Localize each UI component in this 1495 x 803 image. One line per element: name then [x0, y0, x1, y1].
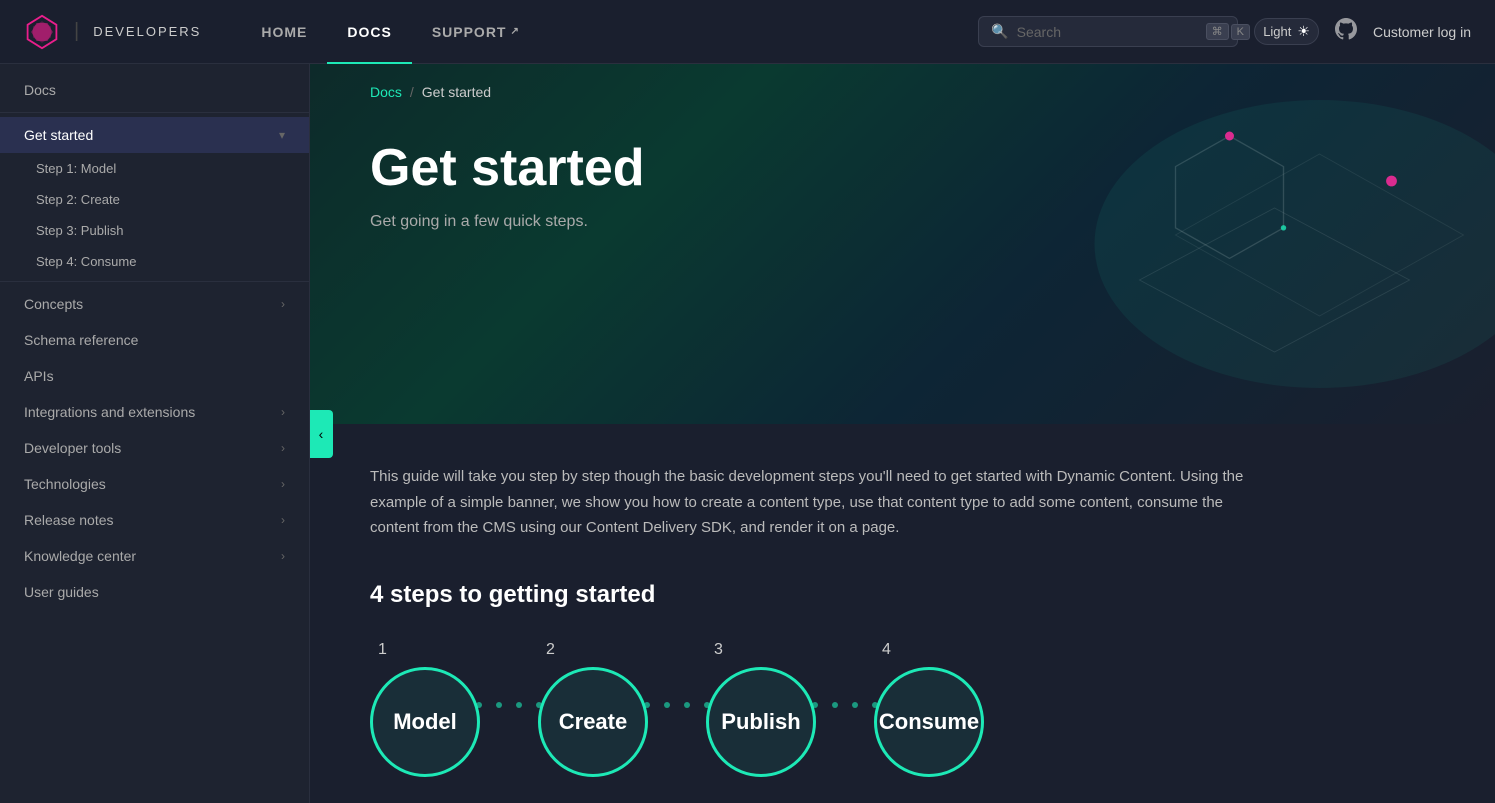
connector-dot — [832, 702, 838, 708]
breadcrumb-current: Get started — [422, 84, 491, 100]
chevron-down-icon: ▾ — [279, 128, 285, 142]
sidebar-item-schema-ref[interactable]: Schema reference — [0, 322, 309, 358]
step-consume[interactable]: 4 Consume — [874, 641, 984, 777]
sidebar-item-apis[interactable]: APIs — [0, 358, 309, 394]
search-input[interactable] — [1017, 24, 1198, 40]
step-create-circle: Create — [538, 667, 648, 777]
sidebar-item-concepts[interactable]: Concepts › — [0, 286, 309, 322]
search-icon: 🔍 — [991, 23, 1008, 40]
theme-toggle[interactable]: Light ☀ — [1254, 18, 1319, 45]
content-area: ‹ Docs / Get started — [310, 64, 1495, 803]
connector-dot — [812, 702, 818, 708]
chevron-right-icon-6: › — [281, 549, 285, 563]
connector-dot — [516, 702, 522, 708]
steps-diagram: 1 Model — [370, 641, 1435, 777]
chevron-right-icon-4: › — [281, 477, 285, 491]
amplience-logo — [24, 14, 60, 50]
connector-dot — [496, 702, 502, 708]
nav-right: 🔍 ⌘ K Light ☀ Customer log in — [978, 16, 1471, 47]
logo-text: DEVELOPERS — [93, 24, 201, 39]
nav-docs[interactable]: DOCS — [327, 0, 411, 64]
sidebar-item-user-guides[interactable]: User guides — [0, 574, 309, 610]
step-consume-label: Consume — [879, 709, 979, 735]
sidebar: Docs Get started ▾ Step 1: Model Step 2:… — [0, 64, 310, 803]
step-create[interactable]: 2 Create — [538, 641, 648, 777]
connector-dot — [872, 702, 878, 708]
step-publish-label: Publish — [721, 709, 800, 735]
chevron-right-icon-5: › — [281, 513, 285, 527]
top-navigation: | DEVELOPERS HOME DOCS SUPPORT ↗ 🔍 ⌘ K L… — [0, 0, 1495, 64]
hero-section: Docs / Get started Get started Get going… — [310, 64, 1495, 424]
step-model-number: 1 — [378, 641, 387, 659]
chevron-right-icon-2: › — [281, 405, 285, 419]
sidebar-collapse-button[interactable]: ‹ — [310, 410, 333, 458]
step-connector-1-2 — [476, 702, 542, 716]
sidebar-sub-item-step-publish[interactable]: Step 3: Publish — [0, 215, 309, 246]
sidebar-divider — [0, 112, 309, 113]
step-connector-3-4 — [812, 702, 878, 716]
step-publish[interactable]: 3 Publish — [706, 641, 816, 777]
sidebar-item-technologies[interactable]: Technologies › — [0, 466, 309, 502]
connector-dot — [476, 702, 482, 708]
sidebar-divider-2 — [0, 281, 309, 282]
breadcrumb-docs-link[interactable]: Docs — [370, 84, 402, 100]
nav-support[interactable]: SUPPORT ↗ — [412, 0, 540, 64]
sidebar-sub-item-step-create[interactable]: Step 2: Create — [0, 184, 309, 215]
step-connector-2-3 — [644, 702, 710, 716]
chevron-right-icon-3: › — [281, 441, 285, 455]
logo-area: | DEVELOPERS — [24, 14, 201, 50]
sidebar-item-release-notes[interactable]: Release notes › — [0, 502, 309, 538]
sidebar-item-dev-tools[interactable]: Developer tools › — [0, 430, 309, 466]
connector-dot — [852, 702, 858, 708]
nav-links: HOME DOCS SUPPORT ↗ — [241, 0, 978, 64]
connector-dot — [704, 702, 710, 708]
step-create-label: Create — [559, 709, 627, 735]
hero-content: Get started Get going in a few quick ste… — [310, 120, 1495, 271]
step-publish-circle: Publish — [706, 667, 816, 777]
sidebar-item-integrations[interactable]: Integrations and extensions › — [0, 394, 309, 430]
connector-dot — [684, 702, 690, 708]
step-consume-circle: Consume — [874, 667, 984, 777]
sidebar-section: Docs Get started ▾ Step 1: Model Step 2:… — [0, 64, 309, 618]
hero-subtitle: Get going in a few quick steps. — [370, 213, 1435, 231]
sidebar-item-knowledge-center[interactable]: Knowledge center › — [0, 538, 309, 574]
customer-login-link[interactable]: Customer log in — [1373, 24, 1471, 40]
github-icon[interactable] — [1335, 18, 1357, 46]
theme-icon: ☀ — [1297, 23, 1310, 40]
step-publish-number: 3 — [714, 641, 723, 659]
logo-divider: | — [74, 20, 79, 43]
connector-dot — [644, 702, 650, 708]
sidebar-sub-items: Step 1: Model Step 2: Create Step 3: Pub… — [0, 153, 309, 277]
step-model-circle: Model — [370, 667, 480, 777]
breadcrumb: Docs / Get started — [310, 64, 1495, 120]
external-link-icon: ↗ — [511, 26, 520, 37]
search-box[interactable]: 🔍 ⌘ K — [978, 16, 1238, 47]
step-model-label: Model — [393, 709, 457, 735]
connector-dot — [664, 702, 670, 708]
breadcrumb-separator: / — [410, 84, 414, 100]
sidebar-item-get-started[interactable]: Get started ▾ — [0, 117, 309, 153]
step-create-number: 2 — [546, 641, 555, 659]
sidebar-sub-item-step-consume[interactable]: Step 4: Consume — [0, 246, 309, 277]
connector-dot — [536, 702, 542, 708]
step-consume-number: 4 — [882, 641, 891, 659]
intro-paragraph: This guide will take you step by step th… — [370, 464, 1270, 541]
steps-title: 4 steps to getting started — [370, 581, 1435, 609]
chevron-right-icon: › — [281, 297, 285, 311]
sidebar-sub-item-step-model[interactable]: Step 1: Model — [0, 153, 309, 184]
main-layout: Docs Get started ▾ Step 1: Model Step 2:… — [0, 64, 1495, 803]
theme-label: Light — [1263, 24, 1291, 39]
page-title: Get started — [370, 140, 1435, 197]
sidebar-item-docs[interactable]: Docs — [0, 72, 309, 108]
step-model[interactable]: 1 Model — [370, 641, 480, 777]
nav-home[interactable]: HOME — [241, 0, 327, 64]
search-shortcut: ⌘ K — [1206, 23, 1250, 40]
main-content: This guide will take you step by step th… — [310, 424, 1495, 803]
